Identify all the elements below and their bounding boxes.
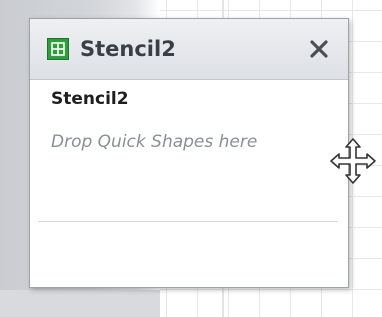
stencil-title: Stencil2 xyxy=(80,37,176,61)
stencil-icon xyxy=(47,38,69,60)
close-icon[interactable] xyxy=(306,36,332,62)
shapes-pane-footer xyxy=(0,290,160,317)
move-cursor-icon xyxy=(328,136,378,186)
drop-quick-shapes-hint[interactable]: Drop Quick Shapes here xyxy=(51,129,291,156)
stencil-title-bar[interactable]: Stencil2 xyxy=(30,19,348,80)
stencil-name-header: Stencil2 xyxy=(51,89,129,109)
stencil-separator xyxy=(38,221,338,222)
stencil-window[interactable]: Stencil2 Stencil2 Drop Quick Shapes here xyxy=(29,18,349,288)
